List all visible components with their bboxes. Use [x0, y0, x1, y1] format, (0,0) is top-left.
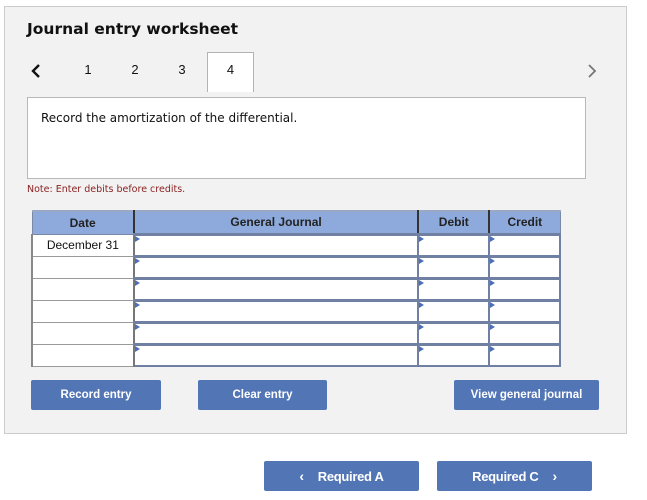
- credit-cell: [488, 254, 561, 279]
- credit-cell: [488, 298, 561, 323]
- debit-input[interactable]: [419, 257, 489, 277]
- debit-cell: [417, 276, 491, 301]
- account-input[interactable]: [134, 257, 418, 277]
- debit-cell: [417, 254, 491, 279]
- triangle-right-icon: [419, 257, 425, 264]
- note-text: Note: Enter debits before credits.: [27, 184, 186, 195]
- debit-cell: [417, 298, 491, 323]
- triangle-right-icon: [134, 279, 140, 286]
- triangle-right-icon: [419, 235, 425, 242]
- triangle-right-icon: [134, 345, 140, 352]
- journal-row: [31, 276, 561, 301]
- worksheet-title: Journal entry worksheet: [27, 20, 239, 38]
- chevron-right-icon: ›: [552, 468, 557, 484]
- required-c-button[interactable]: Required C ›: [437, 461, 592, 491]
- journal-row: December 31: [31, 232, 561, 257]
- journal-row: [31, 320, 561, 345]
- credit-input[interactable]: [490, 257, 559, 277]
- journal-row: [31, 254, 561, 279]
- debit-input[interactable]: [419, 323, 489, 343]
- prev-entry-button[interactable]: [28, 61, 44, 81]
- required-c-label: Required C: [472, 468, 539, 484]
- date-cell: [31, 321, 135, 345]
- header-date: Date: [31, 210, 135, 235]
- date-cell: [31, 277, 135, 301]
- view-general-journal-button[interactable]: View general journal: [454, 380, 599, 410]
- header-debit: Debit: [417, 210, 491, 235]
- journal-header-row: Date General Journal Debit Credit: [31, 210, 561, 235]
- chevron-right-icon: [588, 64, 597, 78]
- triangle-right-icon: [419, 301, 425, 308]
- required-a-label: Required A: [317, 468, 384, 484]
- credit-input[interactable]: [490, 279, 559, 299]
- triangle-right-icon: [134, 257, 140, 264]
- journal-row: [31, 298, 561, 323]
- triangle-right-icon: [134, 301, 140, 308]
- triangle-right-icon: [490, 257, 496, 264]
- debit-input[interactable]: [419, 345, 489, 365]
- account-cell: [132, 254, 420, 279]
- triangle-right-icon: [419, 345, 425, 352]
- debit-cell: [417, 342, 491, 367]
- account-cell: [132, 320, 420, 345]
- account-input[interactable]: [134, 279, 418, 299]
- debit-cell: [417, 320, 491, 345]
- required-a-button[interactable]: ‹ Required A: [264, 461, 419, 491]
- tab-2[interactable]: 2: [125, 62, 145, 77]
- debit-input[interactable]: [419, 301, 489, 321]
- journal-row: [31, 342, 561, 367]
- account-input[interactable]: [134, 345, 418, 365]
- next-entry-button[interactable]: [584, 61, 600, 81]
- credit-input[interactable]: [490, 301, 559, 321]
- triangle-right-icon: [490, 345, 496, 352]
- triangle-right-icon: [419, 279, 425, 286]
- account-input[interactable]: [134, 323, 418, 343]
- date-cell: [31, 255, 135, 279]
- account-input[interactable]: [134, 301, 418, 321]
- date-cell: [31, 299, 135, 323]
- record-entry-button[interactable]: Record entry: [31, 380, 161, 410]
- account-cell: [132, 232, 420, 257]
- triangle-right-icon: [490, 279, 496, 286]
- header-general-journal: General Journal: [133, 210, 420, 235]
- account-cell: [132, 342, 420, 367]
- triangle-right-icon: [134, 235, 140, 242]
- prompt-box: Record the amortization of the different…: [27, 97, 586, 179]
- account-cell: [132, 298, 420, 323]
- triangle-right-icon: [490, 301, 496, 308]
- credit-cell: [488, 320, 561, 345]
- chevron-left-icon: [31, 64, 40, 78]
- debit-input[interactable]: [419, 235, 489, 255]
- debit-cell: [417, 232, 491, 257]
- triangle-right-icon: [419, 323, 425, 330]
- header-credit: Credit: [488, 210, 561, 235]
- journal-table: Date General Journal Debit Credit Decemb…: [31, 210, 561, 367]
- triangle-right-icon: [490, 235, 496, 242]
- clear-entry-button[interactable]: Clear entry: [198, 380, 327, 410]
- credit-cell: [488, 276, 561, 301]
- account-input[interactable]: [134, 235, 418, 255]
- tab-4[interactable]: 4: [207, 52, 254, 92]
- date-cell: [31, 343, 135, 367]
- credit-cell: [488, 342, 561, 367]
- tab-3[interactable]: 3: [172, 62, 192, 77]
- prompt-text: Record the amortization of the different…: [41, 111, 298, 125]
- triangle-right-icon: [134, 323, 140, 330]
- credit-input[interactable]: [490, 345, 559, 365]
- debit-input[interactable]: [419, 279, 489, 299]
- chevron-left-icon: ‹: [299, 468, 304, 484]
- date-cell: December 31: [31, 233, 135, 257]
- tab-1[interactable]: 1: [78, 62, 98, 77]
- account-cell: [132, 276, 420, 301]
- credit-input[interactable]: [490, 323, 559, 343]
- credit-input[interactable]: [490, 235, 559, 255]
- credit-cell: [488, 232, 561, 257]
- triangle-right-icon: [490, 323, 496, 330]
